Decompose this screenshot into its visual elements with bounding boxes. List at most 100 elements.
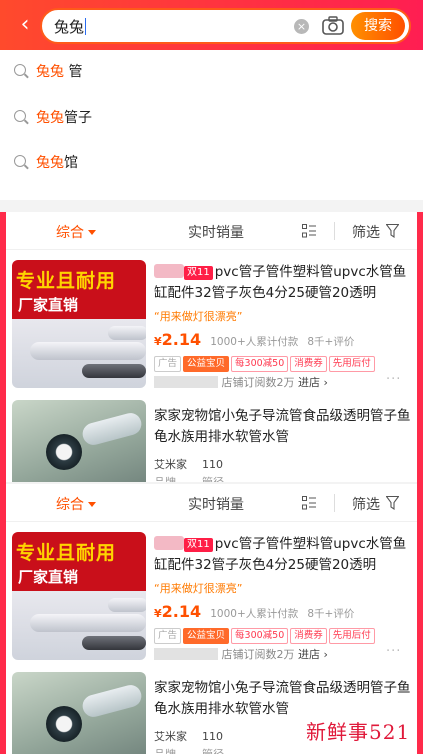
sales-tab[interactable]: 实时销量	[188, 222, 244, 242]
attribute-list: 艾米家 110 品牌管径	[154, 456, 224, 482]
funnel-icon[interactable]	[386, 496, 399, 510]
filter-button[interactable]: 筛选	[352, 222, 380, 242]
results-section: 综合 实时销量 筛选 专业且耐用 厂家直销 双11 pvc管子管件塑料管upvc水…	[6, 212, 417, 482]
coupon-tag: 消费券	[290, 356, 327, 372]
sort-tab[interactable]: 综合	[56, 222, 96, 242]
attr-value: 管径	[202, 476, 224, 482]
promo-badge: 双11	[184, 266, 213, 280]
pipe-graphic	[82, 636, 146, 650]
pipe-graphic	[30, 614, 146, 632]
search-header: ‹ 兔兔 × 搜索	[0, 0, 423, 50]
shop-name-blurred	[154, 376, 218, 388]
shop-logo	[154, 536, 184, 550]
suggestion-text: 兔兔馆	[36, 155, 78, 171]
suggestion-text: 兔兔 管	[36, 64, 83, 80]
filter-bar: 综合 实时销量 筛选	[6, 212, 417, 250]
pipe-graphic	[82, 364, 146, 378]
product-card[interactable]: 家家宠物馆小兔子导流管食品级透明管子鱼龟水族用排水软管水管 艾米家 110 品牌管…	[6, 394, 417, 482]
grid-view-icon[interactable]	[302, 224, 316, 238]
enter-shop-link[interactable]: 进店 ›	[298, 376, 328, 389]
watermark-text: 新鲜事521	[306, 720, 411, 744]
shop-row: 店铺订阅数2万 进店 ›	[154, 646, 328, 662]
suggestion-item[interactable]: 兔兔管子	[0, 96, 423, 140]
sold-count: 1000+人累计付款	[210, 336, 299, 348]
shop-row: 店铺订阅数2万 进店 ›	[154, 374, 328, 390]
product-image[interactable]: 专业且耐用 厂家直销	[12, 260, 146, 388]
results-section: 综合 实时销量 筛选 专业且耐用 厂家直销 双11 pvc管子管件塑料管upvc水…	[6, 484, 417, 754]
search-icon	[14, 64, 26, 76]
suggestion-text: 兔兔管子	[36, 110, 92, 126]
suggestion-item[interactable]: 兔兔 管	[0, 50, 423, 94]
search-input[interactable]: 兔兔	[54, 16, 87, 37]
funnel-icon[interactable]	[386, 224, 399, 238]
promo-badge: 双11	[184, 538, 213, 552]
attr-key: 艾米家	[154, 730, 187, 743]
pay-later-tag: 先用后付	[328, 356, 375, 372]
discount-tag: 每300减50	[231, 356, 289, 372]
product-slogan: “用来做灯很漂亮”	[154, 582, 243, 595]
filter-button[interactable]: 筛选	[352, 494, 380, 514]
tube-graphic	[80, 682, 144, 720]
charity-tag: 公益宝贝	[183, 356, 230, 372]
price-row: ¥2.14 1000+人累计付款 8千+评价	[154, 330, 354, 349]
product-title[interactable]: 家家宠物馆小兔子导流管食品级透明管子鱼龟水族用排水软管水管	[154, 678, 412, 720]
search-icon	[14, 155, 26, 167]
suggestion-item[interactable]: 兔兔馆	[0, 141, 423, 185]
product-card[interactable]: 专业且耐用 厂家直销 双11 pvc管子管件塑料管upvc水管鱼缸配件32管子灰色…	[6, 522, 417, 666]
shop-logo	[154, 264, 184, 278]
grid-view-icon[interactable]	[302, 496, 316, 510]
sales-tab[interactable]: 实时销量	[188, 494, 244, 514]
pipe-graphic	[108, 598, 146, 612]
pay-later-tag: 先用后付	[328, 628, 375, 644]
caret-down-icon	[88, 230, 96, 235]
tag-row: 广告 公益宝贝 每300减50 消费券 先用后付	[154, 351, 377, 372]
attr-key: 品牌	[154, 746, 202, 754]
more-icon[interactable]: ···	[386, 372, 401, 387]
search-box[interactable]: 兔兔 × 搜索	[40, 8, 411, 44]
ad-tag: 广告	[154, 356, 182, 372]
pipe-graphic	[108, 326, 146, 340]
product-image[interactable]: 专业且耐用 厂家直销	[12, 532, 146, 660]
frame-edge	[417, 212, 423, 754]
shop-subscribers: 店铺订阅数2万	[221, 376, 295, 389]
product-image[interactable]	[12, 672, 146, 754]
image-caption: 专业且耐用	[16, 542, 117, 564]
attr-key: 艾米家	[154, 458, 187, 471]
attr-value: 110	[202, 458, 223, 471]
attr-key: 品牌	[154, 474, 202, 482]
attr-value: 管径	[202, 748, 224, 754]
attr-value: 110	[202, 730, 223, 743]
tube-graphic	[80, 410, 144, 448]
product-card[interactable]: 专业且耐用 厂家直销 双11 pvc管子管件塑料管upvc水管鱼缸配件32管子灰色…	[6, 250, 417, 394]
price-row: ¥2.14 1000+人累计付款 8千+评价	[154, 602, 354, 621]
search-button[interactable]: 搜索	[351, 12, 405, 40]
coupon-tag: 消费券	[290, 628, 327, 644]
sort-tab[interactable]: 综合	[56, 494, 96, 514]
camera-icon[interactable]	[322, 16, 344, 36]
product-title[interactable]: 双11 pvc管子管件塑料管upvc水管鱼缸配件32管子灰色4分25硬管20透明	[154, 534, 408, 576]
filter-bar: 综合 实时销量 筛选	[6, 484, 417, 522]
ad-tag: 广告	[154, 628, 182, 644]
shop-subscribers: 店铺订阅数2万	[221, 648, 295, 661]
attribute-list: 艾米家 110 品牌管径	[154, 728, 224, 754]
back-icon[interactable]: ‹	[12, 12, 38, 38]
divider	[334, 222, 335, 240]
product-image[interactable]	[12, 400, 146, 482]
product-slogan: “用来做灯很漂亮”	[154, 310, 243, 323]
review-count: 8千+评价	[307, 608, 355, 620]
product-title[interactable]: 家家宠物馆小兔子导流管食品级透明管子鱼龟水族用排水软管水管	[154, 406, 412, 448]
more-icon[interactable]: ···	[386, 644, 401, 659]
enter-shop-link[interactable]: 进店 ›	[298, 648, 328, 661]
image-caption: 厂家直销	[18, 296, 79, 314]
image-caption: 厂家直销	[18, 568, 79, 586]
price: ¥2.14	[154, 602, 202, 621]
sold-count: 1000+人累计付款	[210, 608, 299, 620]
review-count: 8千+评价	[307, 336, 355, 348]
charity-tag: 公益宝贝	[183, 628, 230, 644]
search-icon	[14, 110, 26, 122]
shop-name-blurred	[154, 648, 218, 660]
product-title[interactable]: 双11 pvc管子管件塑料管upvc水管鱼缸配件32管子灰色4分25硬管20透明	[154, 262, 408, 304]
caret-down-icon	[88, 502, 96, 507]
pipe-graphic	[30, 342, 146, 360]
clear-icon[interactable]: ×	[294, 19, 309, 34]
